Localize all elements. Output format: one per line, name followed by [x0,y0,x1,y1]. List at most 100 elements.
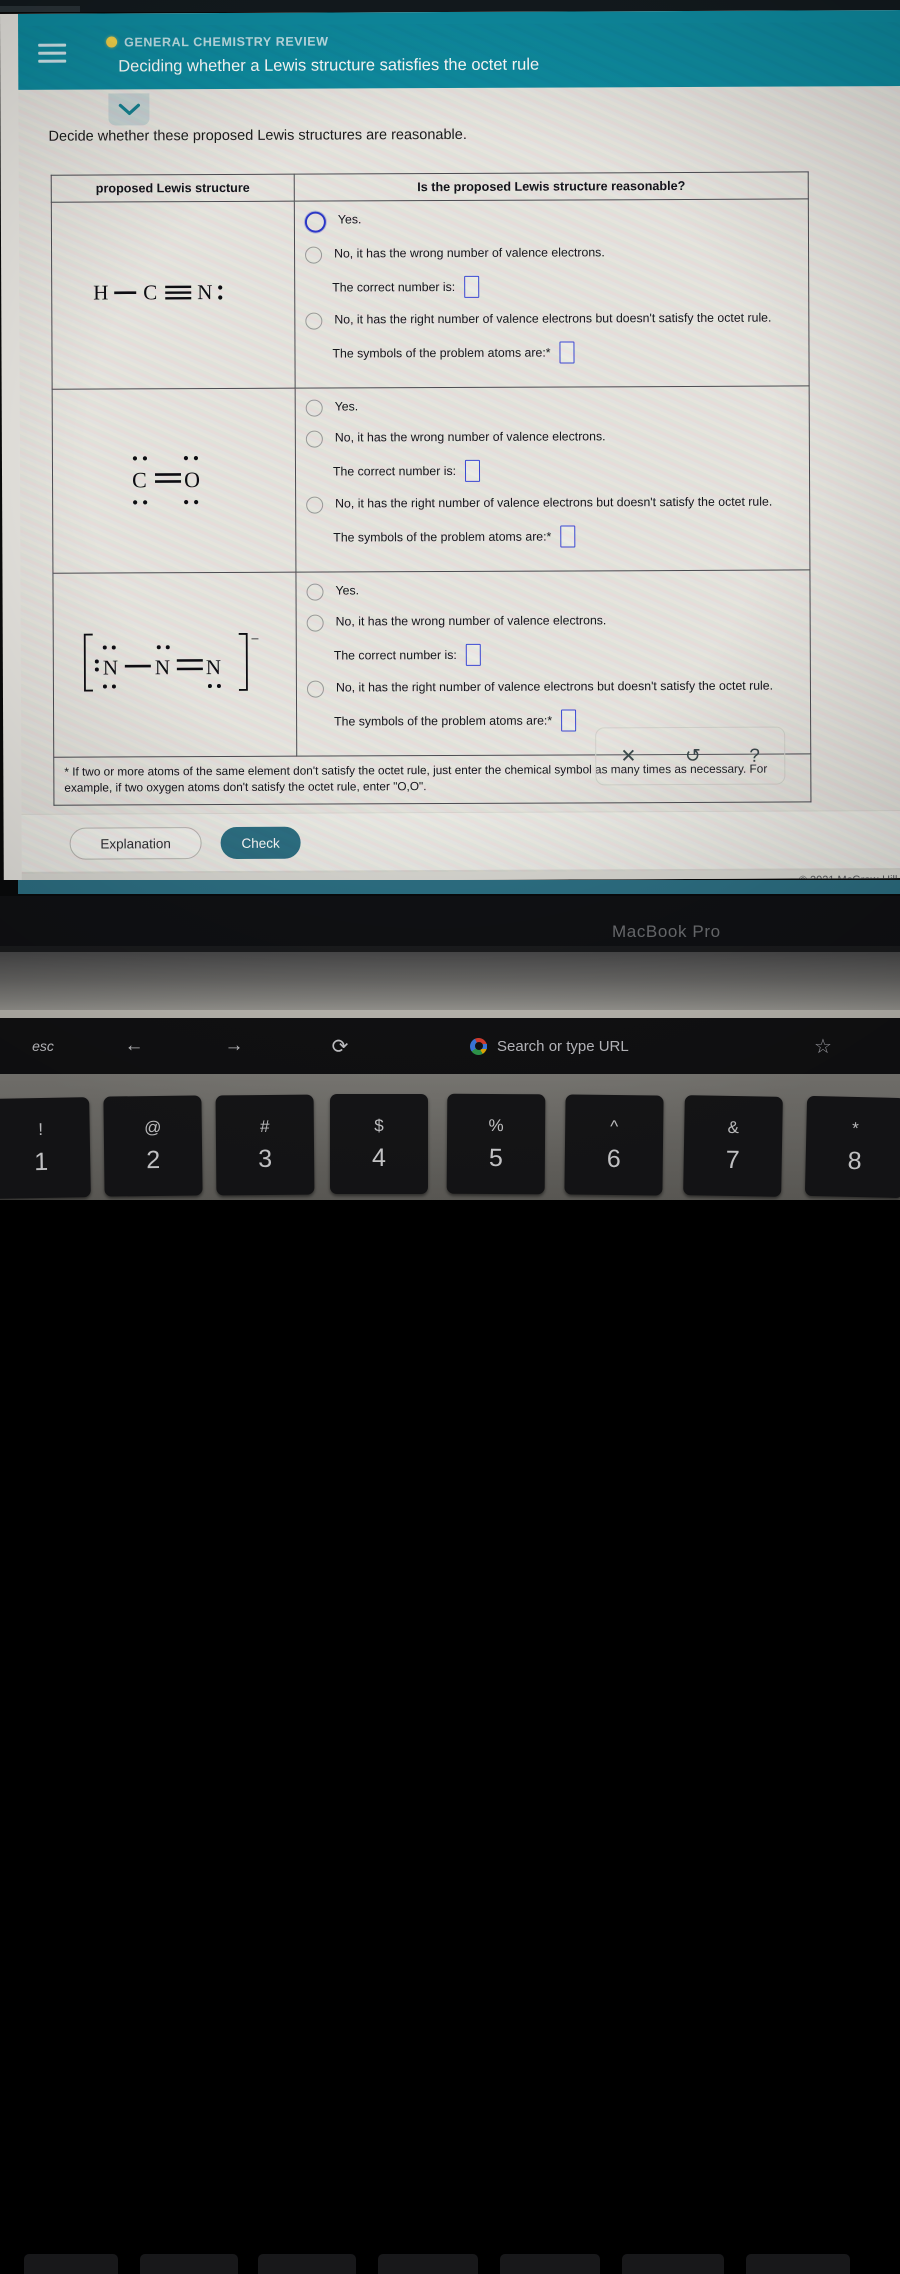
key-label: 5 [488,1143,503,1173]
correct-number-field-row: The correct number is: [333,458,799,482]
option-row[interactable]: Yes. [301,209,798,233]
touchbar-reload-icon[interactable]: ⟳ [310,1018,370,1074]
option-label: Yes. [334,399,359,414]
key-label: 7 [725,1145,740,1175]
carbon-monoxide-lewis-structure: C O [52,388,296,574]
option-row[interactable]: No, it has the right number of valence e… [302,493,799,514]
option-label: No, it has the wrong number of valence e… [334,245,605,261]
touchbar-url-placeholder: Search or type URL [497,1037,629,1055]
radio-yes[interactable] [306,583,324,601]
touchbar-esc-key[interactable]: esc [8,1018,78,1074]
key-shift-label: % [488,1115,504,1136]
option-label: No, it has the right number of valence e… [334,310,772,327]
svg-text:N: N [206,655,221,679]
problem-atoms-label: The symbols of the problem atoms are:* [334,713,553,729]
table-header-row: proposed Lewis structure Is the proposed… [51,171,809,203]
radio-yes[interactable] [304,211,326,233]
correct-number-field-row: The correct number is: [332,274,798,298]
option-label: No, it has the right number of valence e… [335,494,773,511]
chevron-down-icon [118,103,140,116]
key-row2-d[interactable] [378,2254,478,2274]
undo-icon[interactable]: ↺ [685,745,701,766]
radio-octet-violation[interactable] [306,496,324,514]
option-row[interactable]: No, it has the wrong number of valence e… [301,243,798,264]
radio-yes[interactable] [305,399,323,417]
key-label: 3 [258,1144,273,1174]
key-5[interactable]: % 5 [446,1093,546,1195]
key-shift-label: ! [38,1119,44,1140]
column-header-structure: proposed Lewis structure [51,174,295,203]
screen-bottom-edge [18,880,900,894]
macbook-pro-label: MacBook Pro [612,922,721,941]
answer-cell: Yes. No, it has the wrong number of vale… [295,385,810,573]
radio-wrong-electron-count[interactable] [305,246,323,264]
radio-octet-violation[interactable] [306,680,324,698]
touchbar-bookmark-icon[interactable]: ☆ [795,1018,851,1074]
problem-atoms-input[interactable] [561,709,577,732]
correct-number-input[interactable] [464,275,480,298]
svg-text:H: H [93,280,108,304]
key-row2-g[interactable] [746,2254,850,2274]
correct-number-input[interactable] [464,459,481,482]
correct-number-label: The correct number is: [332,463,457,479]
option-row[interactable]: No, it has the right number of valence e… [301,309,798,330]
touchbar-forward-icon[interactable]: → [204,1018,264,1074]
hcn-structure-drawing: H C N [93,280,223,304]
option-row[interactable]: No, it has the right number of valence e… [303,677,800,698]
problem-atoms-input[interactable] [560,525,576,548]
key-shift-label: & [727,1117,740,1138]
key-shift-label: * [851,1118,859,1139]
option-row[interactable]: Yes. [302,396,799,417]
key-row2-e[interactable] [500,2254,600,2274]
app-header: GENERAL CHEMISTRY REVIEW Deciding whethe… [18,10,900,90]
touchbar-url-field[interactable]: Search or type URL [470,1018,760,1074]
course-eyebrow: GENERAL CHEMISTRY REVIEW [106,35,329,50]
key-shift-label: # [260,1116,270,1137]
google-logo-icon [470,1037,487,1055]
key-row2-f[interactable] [622,2254,724,2274]
key-label: 1 [34,1147,49,1177]
correct-number-field-row: The correct number is: [334,642,800,666]
key-label: 4 [372,1144,386,1172]
help-icon[interactable]: ? [749,745,760,766]
azide-anion-lewis-structure: − N N N [52,572,297,758]
key-4[interactable]: $ 4 [330,1094,428,1194]
footer-bar: Explanation Check [21,810,900,873]
option-row[interactable]: Yes. [302,580,799,601]
option-row[interactable]: No, it has the wrong number of valence e… [302,427,799,448]
table-row: H C N Yes. No, it has the wrong number o… [51,198,810,390]
option-label: Yes. [337,212,362,227]
laptop-photo: GENERAL CHEMISTRY REVIEW Deciding whethe… [0,0,900,2274]
laptop-hinge [0,952,900,1014]
check-button[interactable]: Check [220,826,301,860]
key-3[interactable]: # 3 [215,1094,315,1196]
radio-octet-violation[interactable] [305,312,323,330]
problem-atoms-field-row: The symbols of the problem atoms are:* [333,524,799,548]
key-row2-b[interactable] [140,2254,238,2274]
option-label: No, it has the right number of valence e… [335,678,774,695]
radio-wrong-electron-count[interactable] [305,430,323,448]
answer-cell: Yes. No, it has the wrong number of vale… [294,198,810,389]
key-2[interactable]: @ 2 [103,1095,203,1197]
touchbar-back-icon[interactable]: ← [104,1018,164,1074]
key-1[interactable]: ! 1 [0,1097,91,1199]
key-shift-label: $ [374,1116,384,1135]
correct-number-label: The correct number is: [333,647,457,663]
key-7[interactable]: & 7 [683,1095,783,1197]
explanation-button[interactable]: Explanation [69,827,202,860]
key-row2-a[interactable] [24,2254,118,2274]
option-row[interactable]: No, it has the wrong number of valence e… [303,611,800,632]
svg-text:O: O [184,467,200,492]
key-6[interactable]: ^ 6 [564,1094,664,1196]
radio-wrong-electron-count[interactable] [306,614,324,632]
clear-icon[interactable]: ✕ [620,746,636,767]
problem-atoms-input[interactable] [559,341,575,364]
key-8[interactable]: * 8 [804,1095,900,1199]
hamburger-icon[interactable] [38,43,67,64]
co-structure-drawing: C O [132,456,200,505]
azide-structure-drawing: − N N N [83,632,259,692]
key-row2-c[interactable] [258,2254,356,2274]
collapse-tab[interactable] [108,93,150,126]
lewis-structure-table: proposed Lewis structure Is the proposed… [51,171,812,806]
correct-number-input[interactable] [465,643,481,666]
